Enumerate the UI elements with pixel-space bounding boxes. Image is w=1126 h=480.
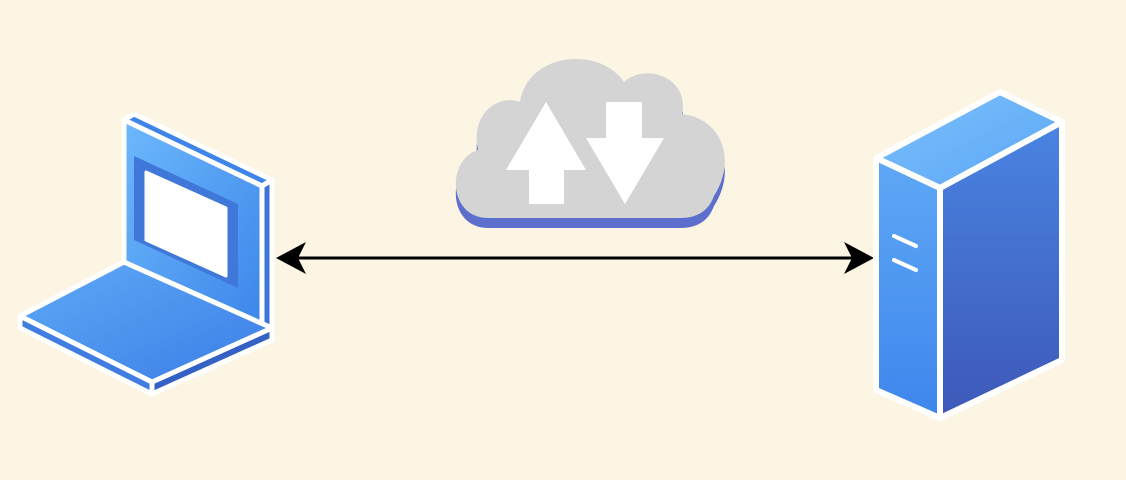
server-front xyxy=(873,155,943,421)
diagram-canvas xyxy=(0,0,1126,480)
server-tower-icon xyxy=(873,89,1065,421)
network-diagram xyxy=(0,0,1126,480)
